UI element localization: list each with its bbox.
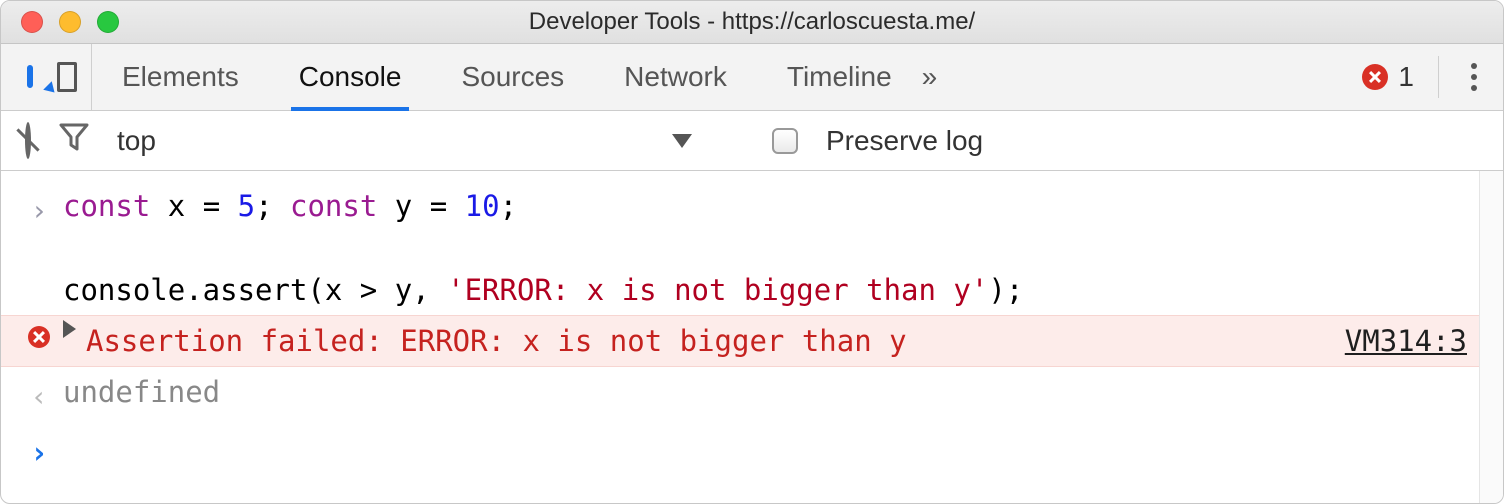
close-window-button[interactable] [21,11,43,33]
window-controls [21,11,119,33]
tabs-overflow-button[interactable]: » [922,61,938,93]
error-count-badge[interactable]: 1 [1362,61,1414,93]
error-disclosure-icon[interactable] [63,320,76,338]
clear-console-icon[interactable] [25,125,31,157]
console-body: const x = 5; const y = 10; console.asser… [1,171,1503,503]
error-source-link[interactable]: VM314:3 [1325,320,1467,362]
separator [1438,56,1439,98]
devtools-toolbar: Elements Console Sources Network Timelin… [1,44,1503,111]
more-menu-button[interactable] [1463,59,1485,95]
context-dropdown-icon[interactable] [672,134,692,148]
toolbar-left-group [1,44,92,110]
toolbar-right-group: 1 [1362,44,1503,110]
preserve-log-label: Preserve log [826,125,983,157]
devtools-window: Developer Tools - https://carloscuesta.m… [0,0,1504,504]
inspect-element-icon[interactable] [27,68,33,86]
result-text: undefined [63,371,1467,413]
panel-tabs: Elements Console Sources Network Timelin… [92,44,937,110]
error-count: 1 [1398,61,1414,93]
console-result-row: undefined [1,367,1503,422]
tab-sources[interactable]: Sources [431,44,594,110]
tab-console[interactable]: Console [269,44,432,110]
console-input-row: const x = 5; const y = 10; console.asser… [1,171,1503,315]
error-message: Assertion failed: ERROR: x is not bigger… [86,320,907,362]
prompt-caret-icon [15,426,63,476]
tab-timeline[interactable]: Timeline [757,44,922,110]
toggle-device-icon[interactable] [63,68,69,86]
console-prompt-row[interactable] [1,422,1503,480]
preserve-log-checkbox[interactable] [772,128,798,154]
context-label: top [117,125,156,157]
input-caret-icon [15,185,63,232]
titlebar: Developer Tools - https://carloscuesta.m… [1,1,1503,44]
error-icon [1362,64,1388,90]
console-error-row[interactable]: Assertion failed: ERROR: x is not bigger… [1,315,1503,367]
execution-context-selector[interactable]: top [117,125,156,157]
result-caret-icon [15,371,63,418]
tab-network[interactable]: Network [594,44,757,110]
error-row-icon [28,326,50,348]
window-title: Developer Tools - https://carloscuesta.m… [1,8,1503,36]
console-settings-bar: top Preserve log [1,111,1503,171]
minimize-window-button[interactable] [59,11,81,33]
console-input-text[interactable]: const x = 5; const y = 10; console.asser… [63,185,1467,311]
scrollbar[interactable] [1479,171,1503,503]
tab-elements[interactable]: Elements [92,44,269,110]
zoom-window-button[interactable] [97,11,119,33]
filter-icon[interactable] [59,123,89,158]
